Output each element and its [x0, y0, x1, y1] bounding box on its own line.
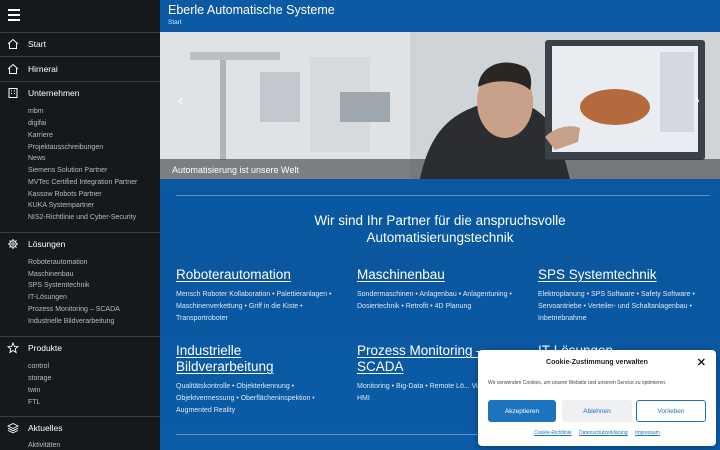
- sub-item[interactable]: Siemens Solution Partner: [28, 165, 107, 177]
- sub-item[interactable]: mbm: [28, 106, 44, 118]
- star-icon: [7, 342, 19, 354]
- sub-item[interactable]: twin: [28, 385, 40, 397]
- sub-item[interactable]: KUKA Systempartner: [28, 200, 94, 212]
- breadcrumb[interactable]: Start: [168, 19, 182, 26]
- nav-label: Hirnerai: [28, 64, 58, 74]
- cookie-links: Cookie-Richtlinie Datenschutzerklärung I…: [478, 430, 716, 436]
- hero-image: [160, 32, 720, 179]
- nav-item-produkte[interactable]: Produkte: [0, 337, 160, 359]
- intro-line2: Automatisierungstechnik: [366, 230, 514, 245]
- cookie-text: Wir verwenden Cookies, um unsere Website…: [488, 380, 667, 386]
- sub-item[interactable]: FTL: [28, 397, 40, 409]
- hero-slider[interactable]: ‹ › Automatisierung ist unsere Welt: [160, 32, 720, 179]
- sub-item[interactable]: MVTec Certified Integration Partner: [28, 177, 137, 189]
- page-title[interactable]: Eberle Automatische Systeme: [168, 3, 335, 17]
- sub-item[interactable]: Aktivitäten: [28, 440, 60, 450]
- building-icon: [8, 88, 18, 98]
- home-icon: [7, 63, 19, 74]
- cookie-consent-dialog: Cookie-Zustimmung verwalten ✕ Wir verwen…: [478, 350, 716, 446]
- sidebar: Start Hirnerai Unternehmen mbm digifai K…: [0, 0, 160, 450]
- nav-label: Start: [28, 39, 46, 49]
- intro-line1: Wir sind Ihr Partner für die anspruchsvo…: [314, 213, 566, 228]
- column-text: Sondermaschinen • Anlagenbau • Anlagentu…: [357, 291, 512, 310]
- nav-label: Lösungen: [28, 239, 66, 249]
- sub-item[interactable]: storage: [28, 373, 51, 385]
- sub-item[interactable]: SPS Systemtechnik: [28, 280, 89, 292]
- nav-label: Unternehmen: [28, 88, 80, 98]
- nav-label: Produkte: [28, 343, 63, 353]
- column-text: Elektroplanung • SPS Software • Safety S…: [538, 291, 695, 322]
- gear-icon: [8, 239, 18, 249]
- sub-item[interactable]: News: [28, 153, 46, 165]
- nav-item-start[interactable]: Start: [0, 33, 160, 55]
- sub-item[interactable]: NIS2-Richtlinie und Cyber-Security: [28, 212, 136, 224]
- sub-item[interactable]: IT-Lösungen: [28, 292, 67, 304]
- divider: [0, 56, 160, 57]
- cookie-policy-link[interactable]: Cookie-Richtlinie: [534, 430, 572, 436]
- hero-caption: Automatisierung ist unsere Welt: [172, 165, 299, 175]
- nav-item-aktuelles[interactable]: Aktuelles: [0, 417, 160, 439]
- sub-item[interactable]: Roboterautomation: [28, 257, 88, 269]
- sub-item[interactable]: Karriere: [28, 130, 53, 142]
- preferences-button[interactable]: Vorlieben: [636, 400, 706, 422]
- nav-item-unternehmen[interactable]: Unternehmen: [0, 82, 160, 104]
- sub-item[interactable]: control: [28, 361, 49, 373]
- sub-item[interactable]: digifai: [28, 118, 46, 130]
- hero-caption-bar: Automatisierung ist unsere Welt: [160, 159, 720, 179]
- imprint-link[interactable]: Impressum: [635, 430, 660, 436]
- nav-item-hirnerai[interactable]: Hirnerai: [0, 58, 160, 80]
- column-title[interactable]: Roboterautomation: [176, 267, 346, 283]
- close-icon[interactable]: ✕: [697, 356, 706, 369]
- sub-item[interactable]: Prozess Monitoring – SCADA: [28, 304, 120, 316]
- hamburger-menu-icon[interactable]: [8, 9, 20, 23]
- column-title[interactable]: Maschinenbau: [357, 267, 527, 283]
- home-icon: [7, 38, 19, 49]
- cookie-title: Cookie-Zustimmung verwalten: [546, 359, 648, 366]
- deny-button[interactable]: Ablehnen: [562, 400, 632, 422]
- privacy-link[interactable]: Datenschutzerklärung: [579, 430, 628, 436]
- header: Eberle Automatische Systeme Start: [160, 0, 720, 32]
- column-text: Qualitätskontrolle • Objekterkennung • O…: [176, 383, 315, 414]
- nav-item-loesungen[interactable]: Lösungen: [0, 233, 160, 255]
- chevron-left-icon[interactable]: ‹: [178, 90, 184, 111]
- divider: [176, 195, 710, 196]
- layers-icon: [7, 422, 19, 434]
- column-text: Mensch Roboter Kollaboration • Palettier…: [176, 291, 332, 322]
- sub-item[interactable]: Industrielle Bildverarbeitung: [28, 316, 114, 328]
- chevron-right-icon[interactable]: ›: [694, 90, 700, 111]
- accept-button[interactable]: Akzeptieren: [488, 400, 556, 422]
- column-title[interactable]: SPS Systemtechnik: [538, 267, 708, 283]
- intro-heading: Wir sind Ihr Partner für die anspruchsvo…: [160, 212, 720, 246]
- column-title[interactable]: Industrielle Bildverarbeitung: [176, 343, 326, 375]
- nav-label: Aktuelles: [28, 423, 63, 433]
